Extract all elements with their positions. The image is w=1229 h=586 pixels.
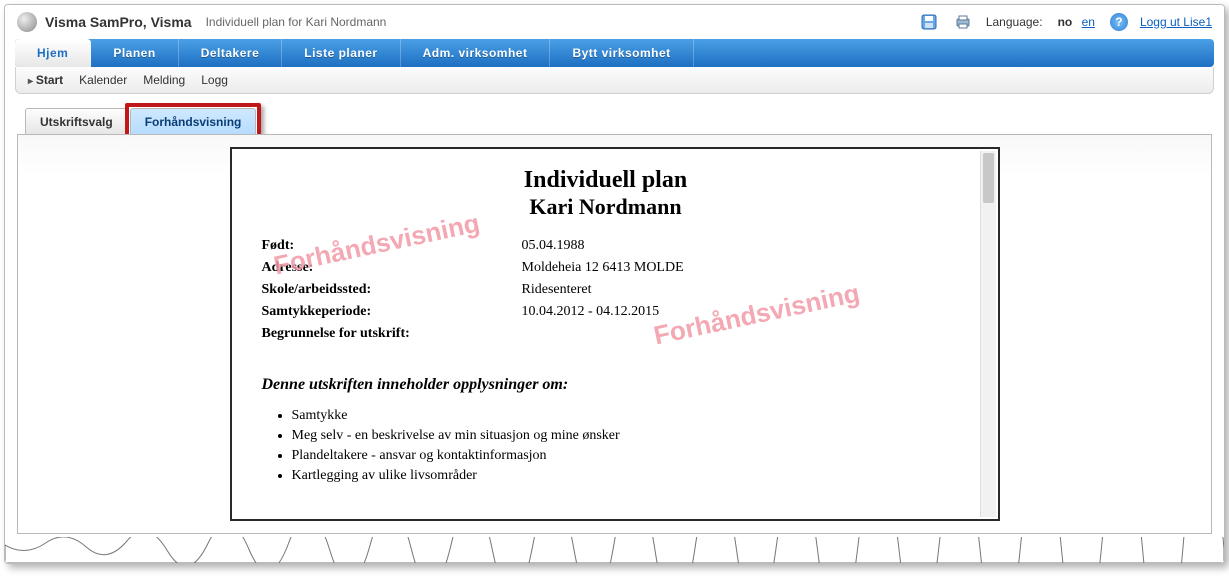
torn-edge	[5, 537, 1224, 563]
help-icon[interactable]: ?	[1110, 13, 1128, 31]
list-item: Plandeltakere - ansvar og kontaktinforma…	[292, 448, 950, 464]
top-right-tools: Language: no en ? Logg ut Lise1	[918, 11, 1212, 33]
lang-no[interactable]: no	[1058, 15, 1073, 29]
field-value: 10.04.2012 - 04.12.2015	[522, 304, 660, 320]
field-samtykkeperiode: Samtykkeperiode: 10.04.2012 - 04.12.2015	[262, 304, 950, 320]
submenu-kalender[interactable]: Kalender	[79, 73, 127, 87]
scrollbar-thumb[interactable]	[983, 153, 994, 203]
submenu-melding[interactable]: Melding	[143, 73, 185, 87]
scrollbar[interactable]	[980, 151, 996, 517]
logout-link[interactable]: Logg ut Lise1	[1140, 15, 1212, 29]
tab-forhandsvisning-label: Forhåndsvisning	[145, 115, 242, 129]
list-item: Kartlegging av ulike livsområder	[292, 468, 950, 484]
field-label: Samtykkeperiode:	[262, 304, 522, 320]
document-preview: Forhåndsvisning Forhåndsvisning Individu…	[230, 147, 1000, 521]
doc-title: Individuell plan	[262, 167, 950, 194]
menu-hjem[interactable]: Hjem	[15, 39, 91, 67]
sub-menu: Start Kalender Melding Logg	[15, 67, 1214, 94]
page-subtitle: Individuell plan for Kari Nordmann	[206, 15, 387, 29]
field-label: Skole/arbeidssted:	[262, 282, 522, 298]
save-icon[interactable]	[918, 11, 940, 33]
app-window: Visma SamPro, Visma Individuell plan for…	[4, 4, 1225, 564]
language-label: Language:	[986, 15, 1043, 29]
top-bar: Visma SamPro, Visma Individuell plan for…	[5, 5, 1224, 39]
menu-liste-planer[interactable]: Liste planer	[282, 39, 400, 67]
menu-bytt-virksomhet[interactable]: Bytt virksomhet	[550, 39, 693, 67]
sub-tabs: Utskriftsvalg Forhåndsvisning	[25, 108, 1212, 134]
print-icon[interactable]	[952, 11, 974, 33]
menu-planen[interactable]: Planen	[91, 39, 178, 67]
field-begrunnelse: Begrunnelse for utskrift:	[262, 326, 950, 342]
list-item: Samtykke	[292, 408, 950, 424]
field-label: Adresse:	[262, 260, 522, 276]
menu-deltakere[interactable]: Deltakere	[179, 39, 283, 67]
doc-fields: Født: 05.04.1988 Adresse: Moldeheia 12 6…	[262, 238, 950, 342]
tab-forhandsvisning[interactable]: Forhåndsvisning	[130, 108, 257, 134]
app-title: Visma SamPro, Visma	[45, 14, 192, 30]
section-heading: Denne utskriften inneholder opplysninger…	[262, 376, 950, 394]
tab-utskriftsvalg[interactable]: Utskriftsvalg	[25, 108, 128, 134]
app-logo-icon	[17, 12, 37, 32]
field-adresse: Adresse: Moldeheia 12 6413 MOLDE	[262, 260, 950, 276]
field-label: Begrunnelse for utskrift:	[262, 326, 522, 342]
field-value: 05.04.1988	[522, 238, 585, 254]
list-item: Meg selv - en beskrivelse av min situasj…	[292, 428, 950, 444]
lang-en[interactable]: en	[1082, 15, 1095, 29]
preview-panel: Forhåndsvisning Forhåndsvisning Individu…	[17, 134, 1212, 534]
language-links: no en	[1055, 15, 1098, 29]
field-value: Ridesenteret	[522, 282, 592, 298]
doc-person-name: Kari Nordmann	[262, 194, 950, 220]
menu-adm-virksomhet[interactable]: Adm. virksomhet	[401, 39, 551, 67]
submenu-start[interactable]: Start	[28, 73, 63, 87]
field-value: Moldeheia 12 6413 MOLDE	[522, 260, 684, 276]
field-skole: Skole/arbeidssted: Ridesenteret	[262, 282, 950, 298]
content-area: Utskriftsvalg Forhåndsvisning Forhåndsvi…	[17, 108, 1212, 534]
field-fodt: Født: 05.04.1988	[262, 238, 950, 254]
document-body: Forhåndsvisning Forhåndsvisning Individu…	[232, 149, 980, 488]
main-menu: Hjem Planen Deltakere Liste planer Adm. …	[15, 39, 1214, 67]
bullet-list: Samtykke Meg selv - en beskrivelse av mi…	[262, 408, 950, 484]
submenu-logg[interactable]: Logg	[201, 73, 228, 87]
field-label: Født:	[262, 238, 522, 254]
